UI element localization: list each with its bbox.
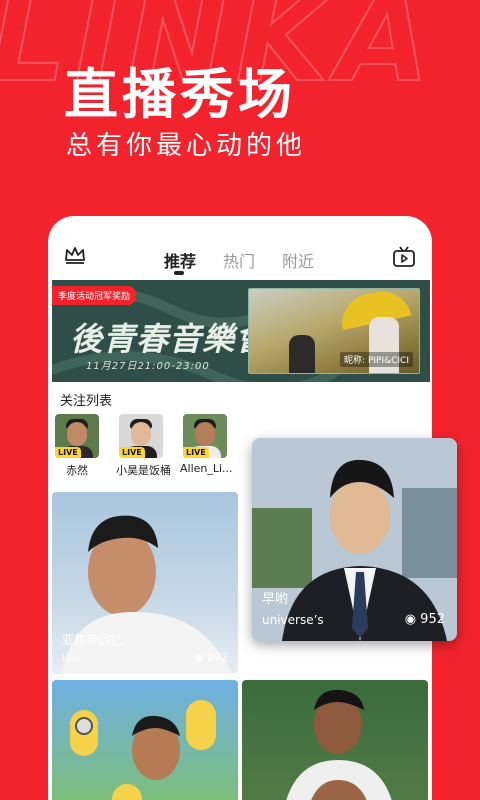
banner-photo: 昵称: PIPI&CICI bbox=[248, 288, 420, 374]
banner-title: 後青春音樂會 bbox=[70, 320, 269, 358]
featured-title: 早哟 bbox=[262, 592, 289, 607]
crown-icon[interactable] bbox=[64, 246, 86, 268]
banner-tag: 季度活动冠军奖励 bbox=[52, 286, 137, 305]
live-badge: LIVE bbox=[119, 447, 145, 458]
card-photo bbox=[252, 438, 457, 641]
tab-hot[interactable]: 热门 bbox=[223, 248, 255, 272]
featured-views: ◉ 952 bbox=[405, 612, 445, 627]
card-user: Liuc bbox=[62, 653, 83, 664]
hero-subtitle: 总有你最心动的他 bbox=[66, 131, 307, 161]
live-card[interactable] bbox=[52, 680, 238, 800]
live-badge: LIVE bbox=[55, 447, 81, 458]
follow-name: Allen_Li... bbox=[180, 462, 233, 475]
view-count: 952 bbox=[420, 612, 445, 627]
live-card[interactable] bbox=[242, 680, 428, 800]
card-views: ◉ 892 bbox=[194, 651, 228, 664]
featured-user: universe’s bbox=[262, 613, 324, 627]
tv-play-icon[interactable] bbox=[392, 246, 416, 272]
tab-nearby[interactable]: 附近 bbox=[282, 248, 314, 272]
follow-name: 赤然 bbox=[66, 464, 88, 477]
follow-name: 小昊是饭桶 bbox=[116, 464, 171, 477]
follow-item[interactable]: LIVE 赤然 bbox=[52, 414, 102, 478]
eye-icon: ◉ bbox=[404, 612, 417, 627]
tab-recommend[interactable]: 推荐 bbox=[164, 248, 196, 272]
follow-item[interactable]: LIVE 小昊是饭桶 bbox=[116, 414, 171, 478]
banner-credit: 昵称: PIPI&CICI bbox=[340, 352, 413, 367]
featured-live-card[interactable]: 早哟 universe’s ◉ 952 bbox=[252, 438, 457, 641]
card-photo bbox=[70, 700, 216, 800]
eye-icon: ◉ bbox=[193, 651, 204, 664]
active-tab-indicator bbox=[174, 271, 184, 275]
avatar: LIVE bbox=[183, 414, 227, 458]
follow-item[interactable]: LIVE Allen_Li... bbox=[180, 414, 233, 475]
live-card[interactable]: 亚热带回忆 Liuc ◉ 892 bbox=[52, 492, 238, 674]
avatar: LIVE bbox=[55, 414, 99, 458]
hero-title: 直播秀场 bbox=[64, 63, 296, 126]
follow-list-label: 关注列表 bbox=[60, 394, 113, 409]
card-photo bbox=[286, 689, 392, 800]
live-badge: LIVE bbox=[183, 447, 209, 458]
avatar: LIVE bbox=[119, 414, 163, 458]
top-tab-bar: 推荐 热门 附近 bbox=[48, 216, 432, 276]
event-banner[interactable]: 季度活动冠军奖励 後青春音樂會 11月27日21:00-23:00 昵称: PI… bbox=[52, 280, 430, 382]
view-count: 892 bbox=[207, 651, 228, 664]
card-title: 亚热带回忆 bbox=[62, 633, 123, 647]
banner-time: 11月27日21:00-23:00 bbox=[86, 361, 210, 372]
person-silhouette bbox=[289, 335, 315, 373]
